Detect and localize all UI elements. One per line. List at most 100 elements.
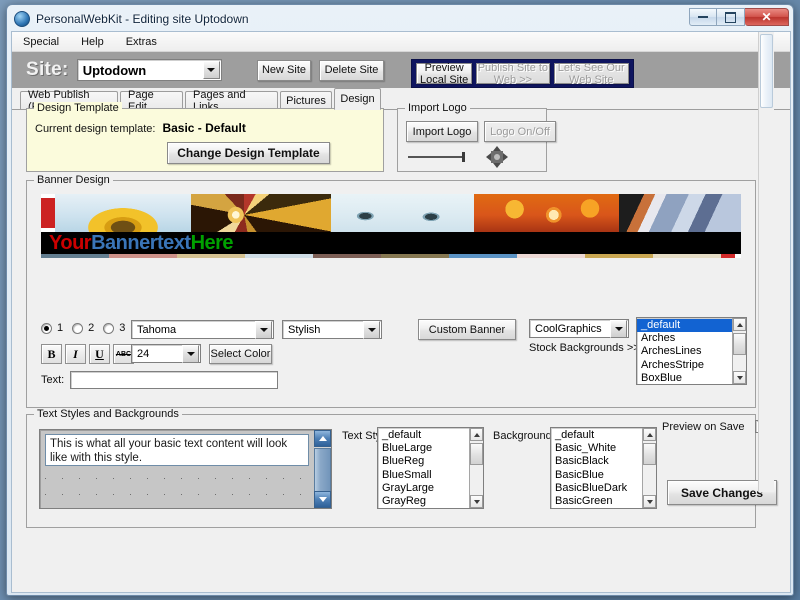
select-color-button[interactable]: Select Color [209,344,272,364]
scrollbar-thumb[interactable] [760,34,773,108]
import-logo-button[interactable]: Import Logo [406,121,478,142]
banner-text-preview: YourBannertextHere [41,232,741,254]
scrollbar-vertical[interactable] [469,428,483,508]
list-item[interactable]: BasicGreen [551,495,656,508]
list-item[interactable]: BlueLarge [378,442,483,455]
change-design-template-button[interactable]: Change Design Template [167,142,330,164]
banner-design-group: Banner Design YourBannertextHere 1 2 3 T… [26,174,756,408]
italic-button[interactable]: I [65,344,86,364]
close-button[interactable]: ✕ [745,8,789,26]
radio-style-2[interactable] [72,322,84,334]
application-window: PersonalWebKit - Editing site Uptodown ✕… [6,4,794,596]
globe-icon [14,11,30,27]
radio-style-1[interactable] [41,322,52,334]
text-styles-legend: Text Styles and Backgrounds [34,408,182,420]
font-size-value: 24 [137,347,150,360]
list-item[interactable]: GrayReg [378,495,483,508]
stock-group-select[interactable]: CoolGraphics [529,319,629,338]
list-item[interactable]: ArchesStripe [637,359,746,372]
font-family-select[interactable]: Tahoma [131,320,274,339]
color-swatch [653,254,721,258]
banner-text-part-1: Your [49,232,92,254]
font-style-preset-select[interactable]: Stylish [282,320,382,339]
panel-scrollbar[interactable] [758,32,774,492]
custom-banner-button[interactable]: Custom Banner [418,319,516,340]
color-swatch [721,254,735,258]
scrollbar-vertical[interactable] [642,428,656,508]
scrollbar-thumb[interactable] [470,443,483,465]
banner-design-legend: Banner Design [34,174,113,186]
design-template-group: Design Template Current design template:… [26,102,384,172]
stock-backgrounds-listbox[interactable]: _default Arches ArchesLines ArchesStripe… [636,317,747,385]
color-swatch [585,254,653,258]
chevron-down-icon[interactable] [255,320,272,339]
preview-on-save-row: Preview on Save [662,420,768,433]
banner-preview[interactable]: YourBannertextHere [41,194,741,258]
import-logo-legend: Import Logo [405,102,470,114]
banner-style-radios: 1 2 3 [41,322,125,334]
import-logo-group: Import Logo Import Logo Logo On/Off [397,102,556,172]
list-item[interactable]: Arches [637,332,746,345]
maximize-button[interactable] [717,8,745,26]
preview-dot-row [45,478,309,479]
chevron-down-icon[interactable] [182,344,199,363]
list-item[interactable]: _default [637,319,746,333]
list-item[interactable]: BlueReg [378,455,483,468]
style-preview-text: This is what all your basic text content… [45,434,309,466]
list-item[interactable]: BasicBlue [551,469,656,482]
tab-design[interactable]: Design [334,88,381,110]
scroll-up-icon[interactable] [643,428,656,441]
scroll-down-icon[interactable] [643,495,656,508]
preview-on-save-label: Preview on Save [662,420,745,433]
background-listbox[interactable]: _default Basic_White BasicBlack BasicBlu… [550,427,657,509]
scrollbar-vertical[interactable] [732,318,746,384]
text-style-listbox[interactable]: _default BlueLarge BlueReg BlueSmall Gra… [377,427,484,509]
scroll-up-icon[interactable] [470,428,483,441]
scrollbar-thumb[interactable] [314,448,331,492]
radio-style-2-label: 2 [88,322,95,334]
list-item[interactable]: _default [551,429,656,442]
logo-size-slider[interactable] [408,151,470,163]
list-item[interactable]: BoxBlue [637,372,746,384]
chevron-down-icon[interactable] [610,319,627,338]
window-controls: ✕ [689,8,789,26]
list-item[interactable]: BasicBlack [551,455,656,468]
scrollbar-thumb[interactable] [643,443,656,465]
list-item[interactable]: GrayLarge [378,482,483,495]
radio-style-3[interactable] [103,322,115,334]
bold-button[interactable]: B [41,344,62,364]
text-styles-group: Text Styles and Backgrounds This is what… [26,408,756,528]
font-size-select[interactable]: 24 [131,344,201,363]
banner-image-architecture [619,194,741,232]
list-item[interactable]: BasicBlueDark [551,482,656,495]
scroll-down-icon[interactable] [470,495,483,508]
color-swatch [313,254,381,258]
color-swatch [41,254,109,258]
underline-button[interactable]: U [89,344,110,364]
scroll-down-icon[interactable] [733,371,746,384]
banner-text-part-3: Here [190,232,234,254]
color-swatch [449,254,517,258]
client-area: Special Help Extras Site: Uptodown New S… [11,31,791,593]
scroll-down-icon[interactable] [314,491,331,508]
list-item[interactable]: BlueSmall [378,469,483,482]
scroll-up-icon[interactable] [314,430,331,447]
current-template-label: Current design template: [35,123,156,135]
scroll-up-icon[interactable] [733,318,746,331]
scrollbar-thumb[interactable] [733,333,746,355]
banner-image-eyes [331,194,474,232]
slider-thumb[interactable] [462,152,465,162]
list-item[interactable]: _default [378,429,483,442]
move-dpad-icon[interactable] [486,146,508,168]
minimize-button[interactable] [689,8,717,26]
maximize-icon [725,11,736,23]
banner-text-input[interactable] [70,371,279,389]
preview-scrollbar[interactable] [314,430,331,508]
style-preview-area[interactable]: This is what all your basic text content… [39,429,332,509]
chevron-down-icon[interactable] [363,320,380,339]
list-item[interactable]: ArchesLines [637,345,746,358]
format-toolbar: B I U ABC [41,344,137,364]
list-item[interactable]: Basic_White [551,442,656,455]
radio-style-3-label: 3 [119,322,126,334]
logo-on-off-button[interactable]: Logo On/Off [484,121,556,142]
